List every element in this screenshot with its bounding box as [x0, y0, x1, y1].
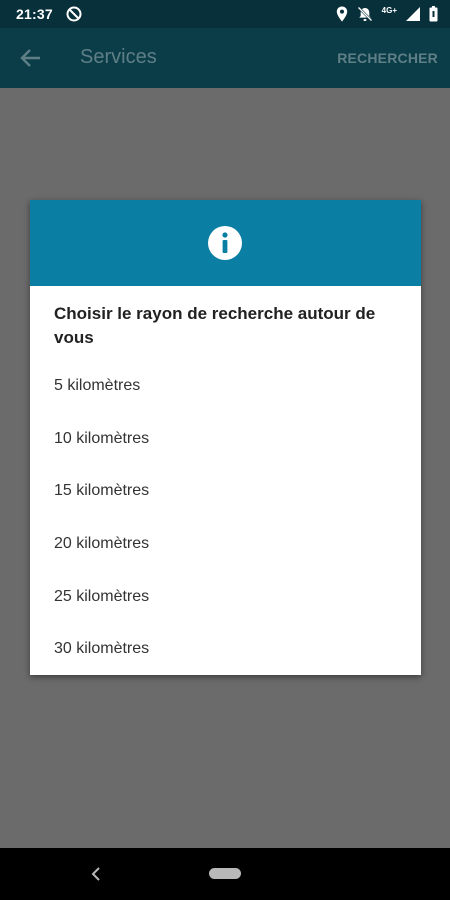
nav-back-icon[interactable] [90, 866, 102, 882]
navigation-bar [0, 848, 450, 900]
radius-option-5km[interactable]: 5 kilomètres [30, 360, 421, 413]
radius-dialog: Choisir le rayon de recherche autour de … [30, 200, 421, 675]
radius-option-20km[interactable]: 20 kilomètres [30, 518, 421, 571]
back-arrow-icon[interactable] [20, 47, 42, 69]
notifications-off-icon [357, 6, 373, 22]
radius-options-list: 5 kilomètres 10 kilomètres 15 kilomètres… [30, 360, 421, 676]
radius-option-25km[interactable]: 25 kilomètres [30, 570, 421, 623]
dialog-title: Choisir le rayon de recherche autour de … [54, 304, 376, 347]
network-type-label: 4G+ [381, 6, 397, 15]
radius-option-30km[interactable]: 30 kilomètres [30, 623, 421, 676]
search-button[interactable]: RECHERCHER [337, 50, 438, 66]
battery-icon [429, 6, 438, 22]
status-bar: 21:37 4G+ [0, 0, 450, 28]
page-title: Services [80, 46, 157, 68]
radius-option-10km[interactable]: 10 kilomètres [30, 413, 421, 466]
signal-icon [406, 7, 420, 21]
nav-home-pill[interactable] [209, 868, 241, 879]
data-saver-icon [66, 6, 82, 22]
dialog-header [30, 200, 421, 286]
radius-option-15km[interactable]: 15 kilomètres [30, 465, 421, 518]
info-icon [208, 226, 242, 260]
app-bar: Services RECHERCHER [0, 28, 450, 88]
status-time: 21:37 [16, 6, 53, 22]
location-icon [336, 6, 347, 22]
status-icons: 4G+ [336, 5, 438, 23]
